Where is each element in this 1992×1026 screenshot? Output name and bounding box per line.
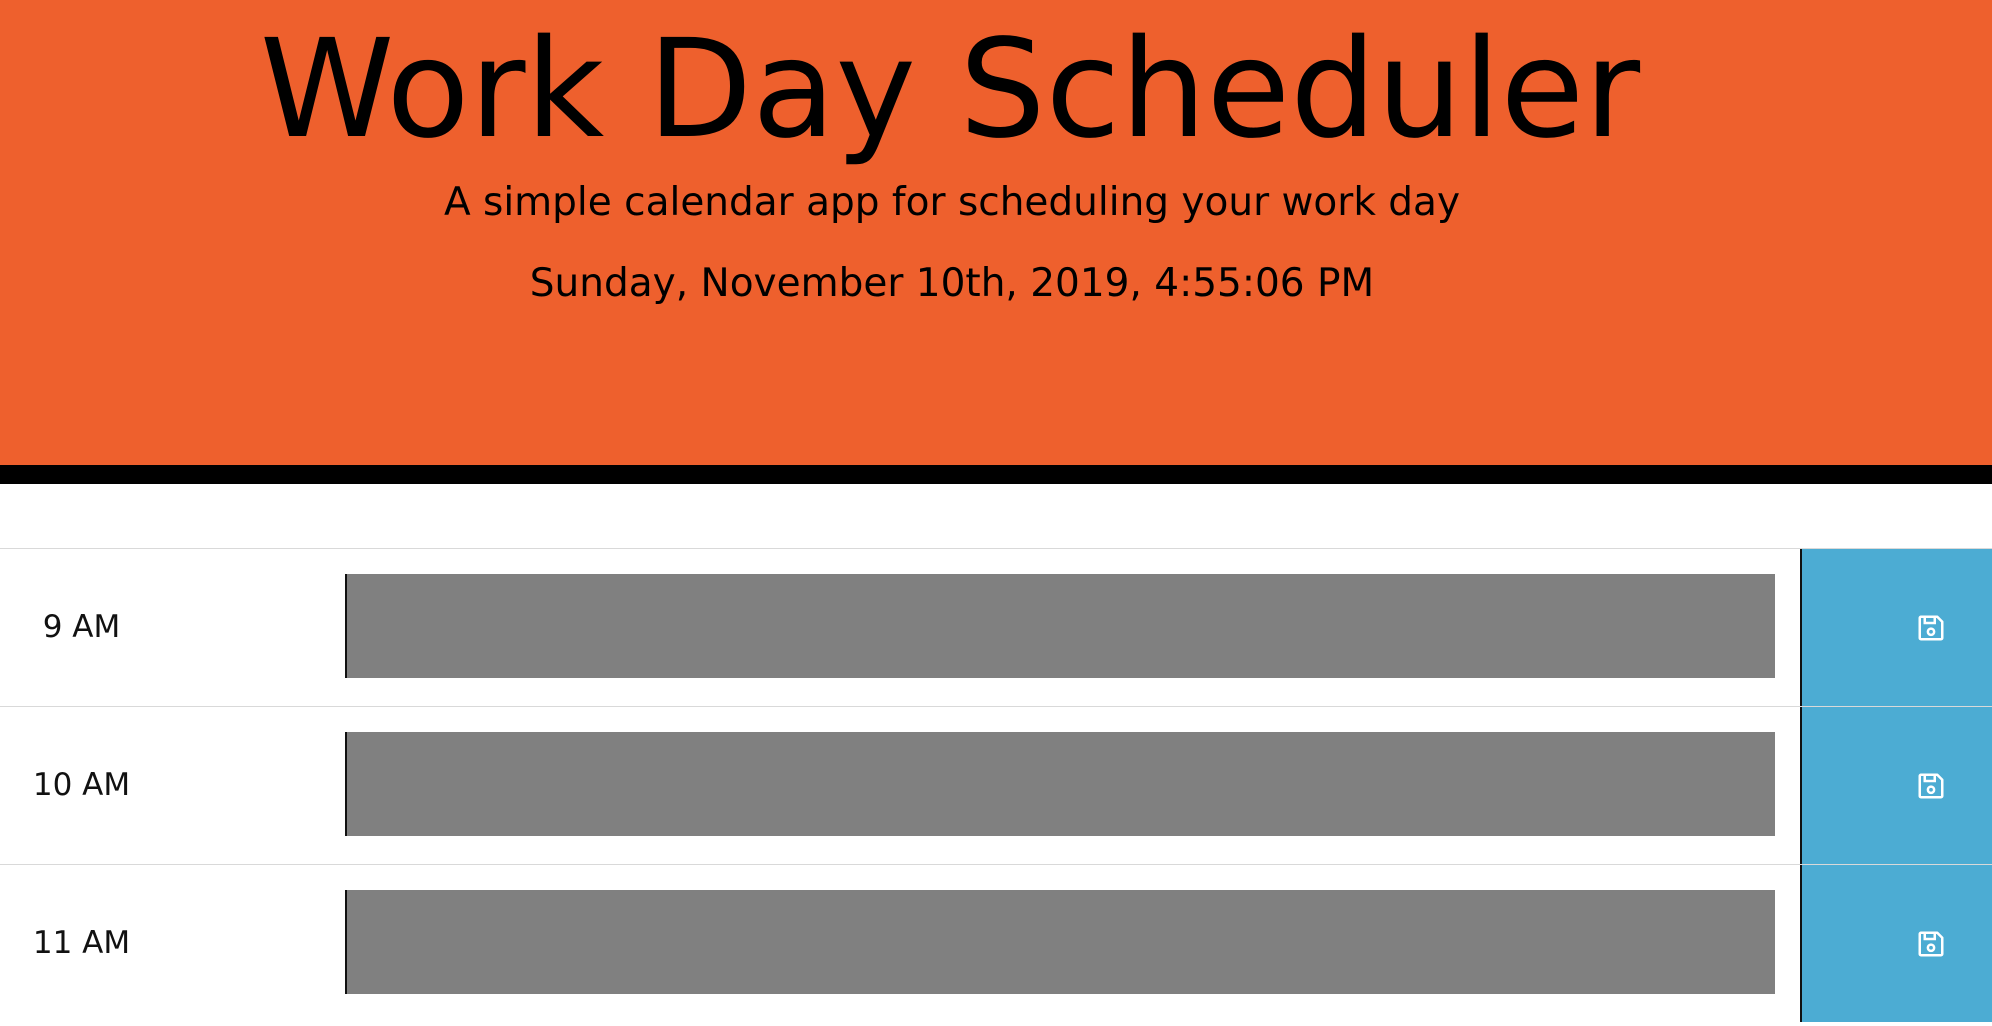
time-block-10am: 10 AM xyxy=(0,706,1992,864)
save-button[interactable] xyxy=(1800,707,1992,864)
hour-label: 10 AM xyxy=(32,767,131,803)
hour-label: 9 AM xyxy=(42,609,121,645)
header-jumbotron: Work Day Scheduler A simple calendar app… xyxy=(0,0,1992,484)
page-title: Work Day Scheduler xyxy=(259,11,1641,169)
save-button[interactable] xyxy=(1800,865,1992,1022)
event-description-input[interactable] xyxy=(345,890,1775,994)
floppy-disk-icon xyxy=(1918,931,1944,957)
page-subtitle: A simple calendar app for scheduling you… xyxy=(443,180,1461,225)
hour-label: 11 AM xyxy=(32,925,131,961)
floppy-disk-icon xyxy=(1918,773,1944,799)
event-description-input[interactable] xyxy=(345,574,1775,678)
current-day: Sunday, November 10th, 2019, 4:55:06 PM xyxy=(529,261,1375,306)
event-description-input[interactable] xyxy=(345,732,1775,836)
time-block-9am: 9 AM xyxy=(0,548,1992,706)
save-button[interactable] xyxy=(1800,549,1992,706)
time-block-11am: 11 AM xyxy=(0,864,1992,1022)
floppy-disk-icon xyxy=(1918,615,1944,641)
